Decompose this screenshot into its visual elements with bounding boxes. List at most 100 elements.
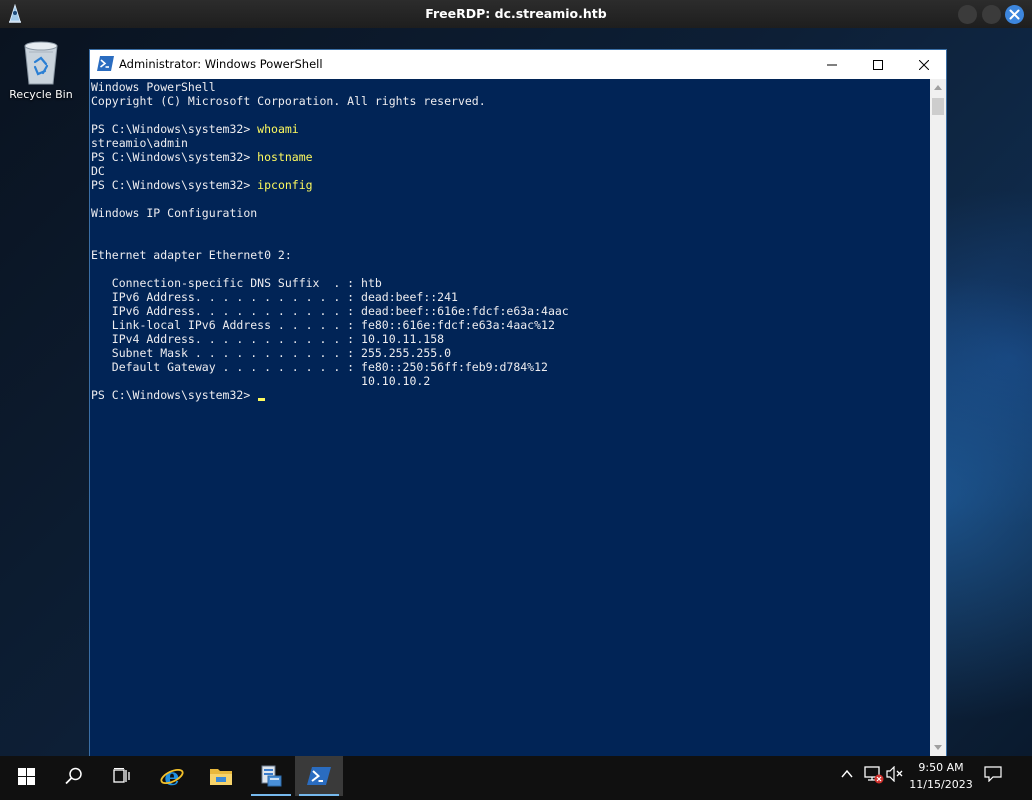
rdp-window-title: FreeRDP: dc.streamio.htb [425, 6, 607, 21]
recycle-bin-shortcut[interactable]: Recycle Bin [6, 38, 76, 101]
console-prompt-line: PS C:\Windows\system32> whoami [91, 122, 930, 136]
volume-muted-icon [886, 765, 903, 783]
console-output-line: Default Gateway . . . . . . . . . : fe80… [91, 360, 930, 374]
action-center-button[interactable] [984, 766, 1002, 786]
powershell-icon [97, 56, 114, 71]
recycle-bin-label: Recycle Bin [9, 88, 73, 101]
rdp-minimize-button[interactable] [958, 5, 977, 24]
console-output-line: Subnet Mask . . . . . . . . . . . : 255.… [91, 346, 930, 360]
powershell-taskbar-button[interactable] [295, 756, 343, 796]
scroll-down-arrow-icon [934, 745, 942, 750]
console-prompt: PS C:\Windows\system32> [91, 122, 258, 136]
console-output-text: Windows PowerShell [91, 80, 216, 94]
console-output-text: Ethernet adapter Ethernet0 2: [91, 248, 292, 262]
console-output-text: Copyright (C) Microsoft Corporation. All… [91, 94, 486, 108]
console-command: whoami [257, 122, 299, 136]
clock-time: 9:50 AM [918, 761, 964, 774]
network-icon [864, 766, 884, 784]
internet-explorer-button[interactable]: e [148, 756, 196, 796]
svg-text:e: e [164, 764, 179, 788]
console-output-line: 10.10.10.2 [91, 374, 930, 388]
scroll-up-button[interactable] [930, 79, 946, 96]
network-status-button[interactable] [864, 766, 884, 788]
taskbar-clock[interactable]: 9:50 AM 11/15/2023 [906, 759, 976, 793]
powershell-icon [307, 767, 331, 785]
server-manager-running-indicator [251, 794, 291, 796]
text-cursor [258, 398, 266, 401]
powershell-titlebar[interactable]: Administrator: Windows PowerShell [90, 50, 946, 79]
close-icon [1009, 9, 1020, 20]
console-output-text: streamio\admin [91, 136, 188, 150]
console-output-line: Windows IP Configuration [91, 206, 930, 220]
powershell-close-button[interactable] [901, 50, 947, 79]
powershell-window-title: Administrator: Windows PowerShell [119, 57, 323, 71]
console-prompt: PS C:\Windows\system32> [91, 388, 258, 402]
console-scrollbar[interactable] [930, 79, 946, 756]
powershell-minimize-button[interactable] [809, 50, 855, 79]
console-output-line: IPv6 Address. . . . . . . . . . . : dead… [91, 304, 930, 318]
minimize-icon [827, 64, 837, 65]
rdp-maximize-button[interactable] [982, 5, 1001, 24]
console-output-text: Default Gateway . . . . . . . . . : fe80… [91, 360, 548, 374]
console-output-text: Connection-specific DNS Suffix . : htb [91, 276, 382, 290]
recycle-bin-icon [24, 41, 58, 85]
console-output-line: IPv4 Address. . . . . . . . . . . : 10.1… [91, 332, 930, 346]
console-output-text: Link-local IPv6 Address . . . . . : fe80… [91, 318, 555, 332]
internet-explorer-icon: e [160, 764, 184, 788]
taskbar: e 9:50 AM 11/15/2023 [0, 756, 1032, 800]
console-prompt-line: PS C:\Windows\system32> hostname [91, 150, 930, 164]
console-output-text: Subnet Mask . . . . . . . . . . . : 255.… [91, 346, 452, 360]
console-output-line: IPv6 Address. . . . . . . . . . . : dead… [91, 290, 930, 304]
task-view-icon [113, 768, 130, 783]
start-icon [17, 767, 35, 785]
remote-desktop: Recycle Bin Administrator: Windows Power… [0, 28, 1032, 756]
console-output-line: Ethernet adapter Ethernet0 2: [91, 248, 930, 262]
notification-icon [984, 766, 1002, 783]
rdp-titlebar: FreeRDP: dc.streamio.htb [0, 0, 1032, 28]
console-output-text: IPv6 Address. . . . . . . . . . . : dead… [91, 290, 458, 304]
console-prompt-line: PS C:\Windows\system32> [91, 388, 930, 402]
server-manager-icon [261, 765, 282, 787]
file-explorer-icon [210, 769, 232, 785]
console-output-line: DC [91, 164, 930, 178]
show-hidden-icons-button[interactable] [840, 766, 854, 785]
close-icon [919, 59, 929, 70]
rdp-close-button[interactable] [1005, 5, 1024, 24]
powershell-window[interactable]: Administrator: Windows PowerShell Window… [89, 49, 947, 756]
console-output-text: Windows IP Configuration [91, 206, 258, 220]
console-command: hostname [257, 150, 313, 164]
server-manager-button[interactable] [247, 756, 295, 796]
console-prompt-line: PS C:\Windows\system32> ipconfig [91, 178, 930, 192]
search-icon [65, 767, 82, 785]
console-command: ipconfig [257, 178, 313, 192]
maximize-icon [873, 59, 883, 70]
volume-button[interactable] [886, 765, 904, 786]
console-prompt: PS C:\Windows\system32> [91, 178, 258, 192]
console-output-line: Windows PowerShell [91, 80, 930, 94]
console-output-text: IPv4 Address. . . . . . . . . . . : 10.1… [91, 332, 445, 346]
task-view-button[interactable] [98, 756, 146, 796]
clock-date: 11/15/2023 [909, 778, 973, 791]
console-prompt: PS C:\Windows\system32> [91, 150, 258, 164]
console-output-text: 10.10.10.2 [91, 374, 431, 388]
powershell-console[interactable]: Windows PowerShell Copyright (C) Microsof… [90, 79, 930, 756]
console-output-line: Copyright (C) Microsoft Corporation. All… [91, 94, 930, 108]
console-output-line: Connection-specific DNS Suffix . : htb [91, 276, 930, 290]
scroll-down-button[interactable] [930, 739, 946, 756]
powershell-maximize-button[interactable] [855, 50, 901, 79]
powershell-running-indicator [299, 794, 339, 796]
console-output-line: streamio\admin [91, 136, 930, 150]
console-output-text: IPv6 Address. . . . . . . . . . . : dead… [91, 304, 569, 318]
chevron-up-icon [841, 769, 853, 778]
scroll-thumb[interactable] [932, 98, 944, 115]
search-button[interactable] [50, 756, 98, 796]
console-output-line: Link-local IPv6 Address . . . . . : fe80… [91, 318, 930, 332]
console-output-text: DC [91, 164, 105, 178]
start-button[interactable] [2, 756, 50, 796]
file-explorer-button[interactable] [197, 756, 245, 796]
